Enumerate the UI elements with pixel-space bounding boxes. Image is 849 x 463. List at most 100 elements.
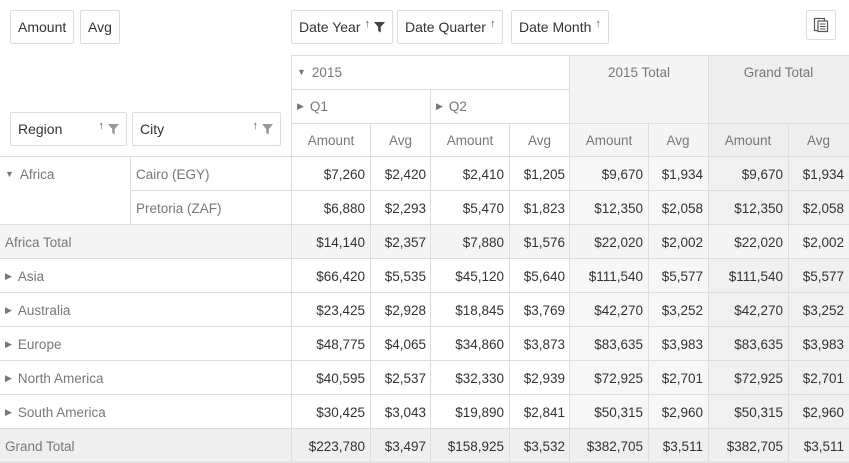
measure-header[interactable]: Avg [788, 123, 849, 157]
region-row-header[interactable]: ▶ Asia [0, 259, 129, 293]
data-cell[interactable]: $66,420 [292, 259, 370, 293]
expand-arrow-icon[interactable]: ▶ [5, 407, 12, 418]
data-cell[interactable]: $2,537 [370, 361, 431, 395]
data-cell[interactable]: $83,635 [570, 327, 648, 361]
data-cell[interactable]: $40,595 [292, 361, 370, 395]
data-cell[interactable]: $32,330 [431, 361, 509, 395]
expand-arrow-icon[interactable]: ▶ [5, 271, 12, 282]
data-cell[interactable]: $2,701 [648, 361, 708, 395]
measure-header[interactable]: Avg [648, 123, 708, 157]
data-cell[interactable]: $23,425 [292, 293, 370, 327]
data-cell[interactable]: $48,775 [292, 327, 370, 361]
data-cell[interactable]: $3,252 [788, 293, 849, 327]
sort-ascending-icon[interactable]: ↑ [595, 18, 601, 30]
data-cell[interactable]: $3,983 [648, 327, 708, 361]
data-cell[interactable]: $30,425 [292, 395, 370, 429]
sort-ascending-icon[interactable]: ↑ [99, 120, 105, 132]
data-cell[interactable]: $1,934 [648, 157, 708, 191]
measure-header[interactable]: Avg [370, 123, 431, 157]
expand-arrow-icon[interactable]: ▶ [5, 339, 12, 350]
data-cell[interactable]: $158,925 [431, 429, 509, 463]
data-cell[interactable]: $2,960 [788, 395, 849, 429]
data-cell[interactable]: $72,925 [708, 361, 788, 395]
sort-ascending-icon[interactable]: ↑ [490, 18, 496, 30]
data-cell[interactable]: $2,410 [431, 157, 509, 191]
column-header-year[interactable]: ▼ 2015 [292, 55, 569, 89]
data-field-amount[interactable]: Amount [10, 10, 75, 44]
column-field-date-quarter[interactable]: Date Quarter ↑ [397, 10, 504, 44]
data-cell[interactable]: $2,960 [648, 395, 708, 429]
data-cell[interactable]: $45,120 [431, 259, 509, 293]
measure-header[interactable]: Amount [570, 123, 648, 157]
data-cell[interactable]: $2,002 [788, 225, 849, 259]
data-cell[interactable]: $42,270 [570, 293, 648, 327]
data-cell[interactable]: $9,670 [708, 157, 788, 191]
column-field-date-year[interactable]: Date Year ↑ [291, 10, 393, 44]
sort-ascending-icon[interactable]: ↑ [253, 120, 259, 132]
collapse-arrow-icon[interactable]: ▼ [5, 169, 14, 179]
region-row-header[interactable]: ▶ North America [0, 361, 129, 395]
data-cell[interactable]: $42,270 [708, 293, 788, 327]
row-field-region[interactable]: Region ↑ [10, 112, 127, 146]
sort-ascending-icon[interactable]: ↑ [365, 18, 371, 30]
data-cell[interactable]: $83,635 [708, 327, 788, 361]
data-cell[interactable]: $2,701 [788, 361, 849, 395]
data-field-avg[interactable]: Avg [80, 10, 120, 44]
collapse-arrow-icon[interactable]: ▼ [297, 67, 306, 77]
data-cell[interactable]: $3,532 [509, 429, 570, 463]
data-cell[interactable]: $3,511 [648, 429, 708, 463]
data-cell[interactable]: $2,939 [509, 361, 570, 395]
expand-arrow-icon[interactable]: ▶ [5, 305, 12, 316]
expand-arrow-icon[interactable]: ▶ [5, 373, 12, 384]
data-cell[interactable]: $3,252 [648, 293, 708, 327]
expand-arrow-icon[interactable]: ▶ [297, 101, 304, 112]
data-cell[interactable]: $34,860 [431, 327, 509, 361]
data-cell[interactable]: $7,880 [431, 225, 509, 259]
data-cell[interactable]: $2,420 [370, 157, 431, 191]
data-cell[interactable]: $50,315 [708, 395, 788, 429]
data-cell[interactable]: $12,350 [570, 191, 648, 225]
filter-active-icon[interactable] [374, 21, 385, 33]
data-cell[interactable]: $2,357 [370, 225, 431, 259]
data-cell[interactable]: $5,577 [648, 259, 708, 293]
data-cell[interactable]: $3,769 [509, 293, 570, 327]
data-cell[interactable]: $3,873 [509, 327, 570, 361]
region-row-header[interactable]: ▼ Africa [0, 157, 129, 191]
data-cell[interactable]: $5,577 [788, 259, 849, 293]
data-cell[interactable]: $2,058 [648, 191, 708, 225]
data-cell[interactable]: $6,880 [292, 191, 370, 225]
data-cell[interactable]: $111,540 [570, 259, 648, 293]
data-cell[interactable]: $14,140 [292, 225, 370, 259]
data-cell[interactable]: $2,058 [788, 191, 849, 225]
data-cell[interactable]: $2,841 [509, 395, 570, 429]
region-row-header[interactable]: ▶ Australia [0, 293, 129, 327]
data-cell[interactable]: $4,065 [370, 327, 431, 361]
column-header-q1[interactable]: ▶ Q1 [292, 89, 430, 123]
data-cell[interactable]: $1,576 [509, 225, 570, 259]
data-cell[interactable]: $3,983 [788, 327, 849, 361]
column-field-date-month[interactable]: Date Month ↑ [511, 10, 609, 44]
data-cell[interactable]: $5,535 [370, 259, 431, 293]
region-row-header[interactable]: ▶ Europe [0, 327, 129, 361]
data-cell[interactable]: $3,043 [370, 395, 431, 429]
data-cell[interactable]: $5,470 [431, 191, 509, 225]
data-cell[interactable]: $3,497 [370, 429, 431, 463]
data-cell[interactable]: $7,260 [292, 157, 370, 191]
data-cell[interactable]: $12,350 [708, 191, 788, 225]
data-cell[interactable]: $22,020 [708, 225, 788, 259]
data-cell[interactable]: $2,928 [370, 293, 431, 327]
filter-icon[interactable] [262, 123, 273, 135]
column-header-q2[interactable]: ▶ Q2 [431, 89, 569, 123]
data-cell[interactable]: $223,780 [292, 429, 370, 463]
data-cell[interactable]: $382,705 [570, 429, 648, 463]
region-row-header[interactable]: ▶ South America [0, 395, 129, 429]
measure-header[interactable]: Amount [292, 123, 370, 157]
measure-header[interactable]: Avg [509, 123, 570, 157]
data-cell[interactable]: $382,705 [708, 429, 788, 463]
data-cell[interactable]: $18,845 [431, 293, 509, 327]
filter-icon[interactable] [108, 123, 119, 135]
measure-header[interactable]: Amount [708, 123, 788, 157]
data-cell[interactable]: $1,823 [509, 191, 570, 225]
data-cell[interactable]: $5,640 [509, 259, 570, 293]
data-cell[interactable]: $1,205 [509, 157, 570, 191]
